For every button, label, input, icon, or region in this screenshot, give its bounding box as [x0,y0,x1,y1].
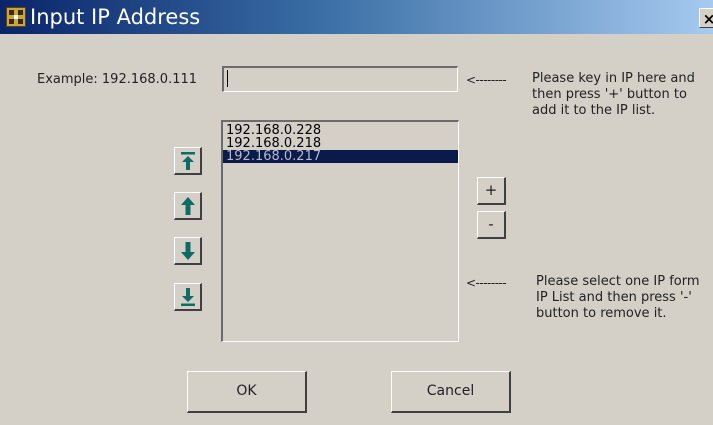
window-title: Input IP Address [30,5,201,29]
move-to-bottom-button[interactable] [174,283,202,311]
move-to-top-button[interactable] [174,147,202,175]
example-label: Example: 192.168.0.111 [37,72,198,87]
ip-input[interactable] [222,66,458,92]
move-up-icon [180,197,195,215]
add-ip-button[interactable]: + [477,177,506,205]
title-bar: Input IP Address × [0,0,713,34]
cancel-button[interactable]: Cancel [391,371,511,413]
ip-list[interactable]: 192.168.0.228 192.168.0.218 192.168.0.21… [221,120,459,342]
move-down-icon [180,242,195,260]
arrow-to-input: <-------- [466,73,507,87]
ip-list-item-selected[interactable]: 192.168.0.217 [223,150,458,163]
ok-button[interactable]: OK [187,371,307,413]
remove-instruction: Please select one IP form IP List and th… [536,274,700,321]
close-button[interactable]: × [699,8,713,28]
arrow-to-list: <-------- [466,276,507,290]
move-up-button[interactable] [174,192,202,220]
text-caret [227,70,228,87]
move-down-button[interactable] [174,237,202,265]
move-to-top-icon [180,152,195,170]
move-to-bottom-icon [180,288,195,306]
remove-ip-button[interactable]: - [477,211,506,239]
app-icon [6,7,26,27]
add-instruction: Please key in IP here and then press '+'… [532,71,695,118]
